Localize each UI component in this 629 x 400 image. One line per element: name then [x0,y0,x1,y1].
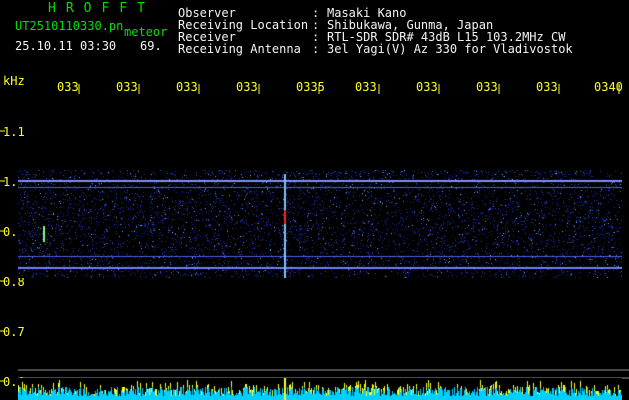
file-name: UT2510110330.pn [15,19,124,33]
info-antenna-value: 3el Yagi(V) Az 330 for Vladivostok [327,42,573,56]
x-tick-label: 033 [176,80,198,94]
x-tick-label: 0340 [594,80,623,94]
x-tick-label: 033 [236,80,258,94]
signal-level-strip [18,378,622,400]
meteor-label: meteor [124,25,168,39]
x-tick-label: 033 [116,80,138,94]
y-axis-unit: kHz [3,74,25,88]
spectrogram-band [18,170,622,278]
app-name: HROFFT [48,1,155,16]
x-tick-label: 033 [536,80,558,94]
x-tick-label: 0335 [296,80,325,94]
timestamp: 25.10.11 03:30 [15,39,117,53]
x-tick-label: 033 [476,80,498,94]
info-antenna-sep: : [312,42,320,56]
x-tick-label: 033 [355,80,377,94]
y-tick-label: 0.7 [3,325,25,339]
meteor-count: 69. [140,39,162,53]
x-tick-label: 033 [57,80,79,94]
y-tick-label: 1.1 [3,125,25,139]
hrofft-screen: HROFFT UT2510110330.pn meteor 25.10.11 0… [0,0,629,400]
info-antenna-key: Receiving Antenna [178,42,301,56]
x-tick-label: 033 [416,80,438,94]
